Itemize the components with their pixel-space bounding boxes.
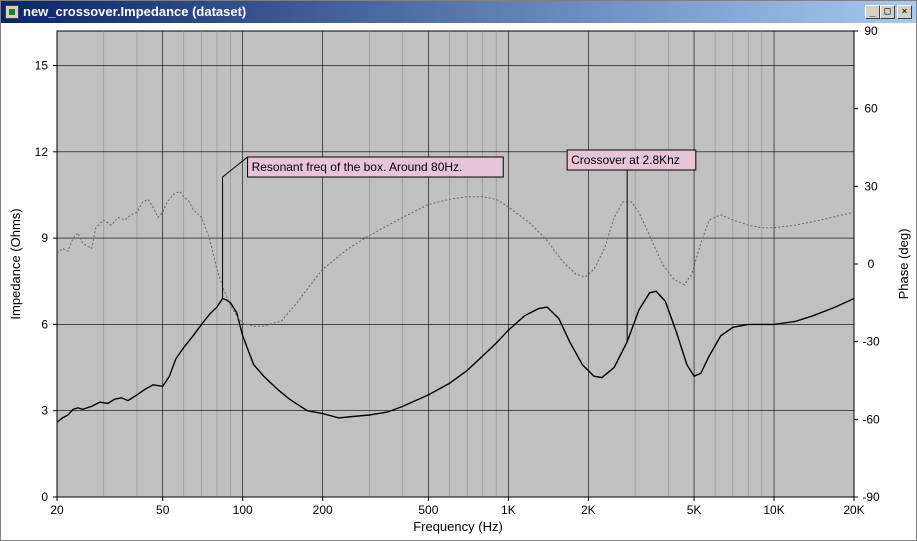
y-tick-label: 15 <box>35 59 49 73</box>
x-tick-label: 10K <box>763 503 784 517</box>
plot-area <box>56 30 855 498</box>
y-tick-label: 3 <box>41 404 48 418</box>
x-tick-label: 5K <box>687 503 702 517</box>
y2-tick-label: -30 <box>862 335 880 349</box>
x-axis-label: Frequency (Hz) <box>413 519 503 534</box>
y-tick-label: 12 <box>35 145 49 159</box>
minimize-button[interactable]: _ <box>865 5 880 19</box>
y2-tick-label: -90 <box>862 490 880 504</box>
y2-tick-label: 30 <box>864 179 878 193</box>
y2-tick-label: 0 <box>868 257 875 271</box>
x-tick-label: 20K <box>843 503 864 517</box>
x-tick-label: 1K <box>501 503 516 517</box>
x-tick-label: 200 <box>313 503 333 517</box>
x-tick-label: 500 <box>418 503 438 517</box>
x-tick-label: 2K <box>581 503 596 517</box>
x-tick-label: 50 <box>156 503 170 517</box>
x-tick-label: 100 <box>233 503 253 517</box>
x-tick-label: 20 <box>50 503 64 517</box>
y-axis-label: Impedance (Ohms) <box>8 208 23 319</box>
y2-tick-label: -60 <box>862 412 880 426</box>
close-button[interactable]: × <box>897 5 912 19</box>
annotation-label: Resonant freq of the box. Around 80Hz. <box>252 160 463 174</box>
title-bar[interactable]: new_crossover.Impedance (dataset) _ □ × <box>1 1 916 23</box>
window-title: new_crossover.Impedance (dataset) <box>23 4 247 19</box>
y2-tick-label: 60 <box>864 102 878 116</box>
y-tick-label: 6 <box>41 317 48 331</box>
y-tick-label: 0 <box>41 490 48 504</box>
maximize-button[interactable]: □ <box>880 5 895 19</box>
app-icon[interactable] <box>5 5 19 19</box>
annotation-label: Crossover at 2.8Khz <box>571 153 680 167</box>
chart-window: new_crossover.Impedance (dataset) _ □ × … <box>0 0 917 541</box>
y2-tick-label: 90 <box>864 24 878 38</box>
y-tick-label: 9 <box>41 231 48 245</box>
impedance-chart: Resonant freq of the box. Around 80Hz. Cr… <box>8 24 911 534</box>
y2-axis-label: Phase (deg) <box>896 229 911 300</box>
